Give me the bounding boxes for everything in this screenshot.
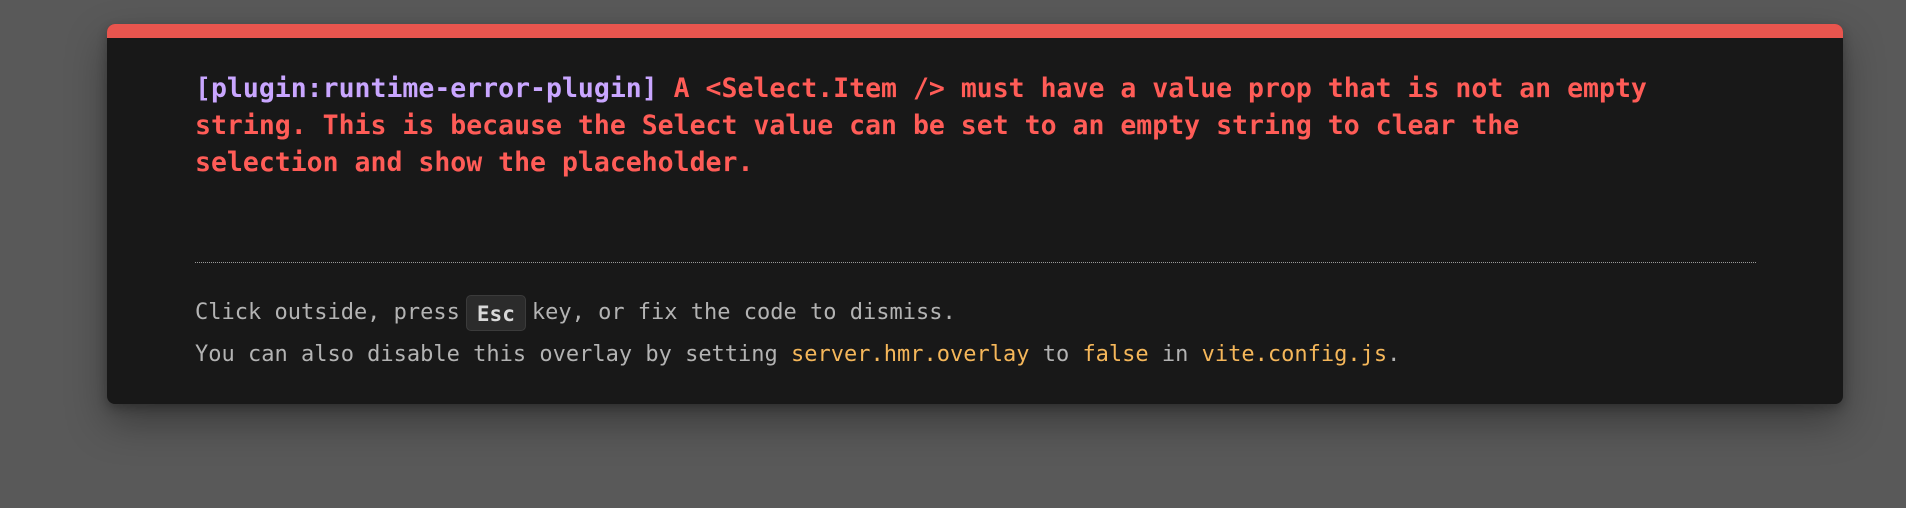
error-accent-bar xyxy=(107,24,1843,38)
config-option-code: server.hmr.overlay xyxy=(791,342,1030,367)
divider xyxy=(195,262,1756,263)
error-overlay: [plugin:runtime-error-plugin] A <Select.… xyxy=(107,24,1843,404)
error-content: [plugin:runtime-error-plugin] A <Select.… xyxy=(195,70,1755,181)
esc-key: Esc xyxy=(465,295,526,331)
tip-text-before-key: Click outside, press xyxy=(195,300,460,325)
tip-text-to: to xyxy=(1029,342,1083,367)
dismiss-tip: Click outside, press Esc key, or fix the c… xyxy=(195,292,1755,376)
tip-text-prefix: You can also disable this overlay by set… xyxy=(195,342,792,367)
dismiss-tip-line-1: Click outside, press Esc key, or fix the c… xyxy=(195,292,1755,334)
plugin-name: [plugin:runtime-error-plugin] xyxy=(195,73,658,104)
config-file-code: vite.config.js xyxy=(1201,342,1388,367)
error-message: [plugin:runtime-error-plugin] A <Select.… xyxy=(195,70,1755,181)
config-value-code: false xyxy=(1082,342,1149,367)
dismiss-tip-line-2: You can also disable this overlay by set… xyxy=(195,334,1755,376)
tip-text-end: . xyxy=(1387,342,1401,367)
tip-text-in: in xyxy=(1148,342,1202,367)
tip-text-after-key: key, or fix the code to dismiss. xyxy=(531,300,956,325)
